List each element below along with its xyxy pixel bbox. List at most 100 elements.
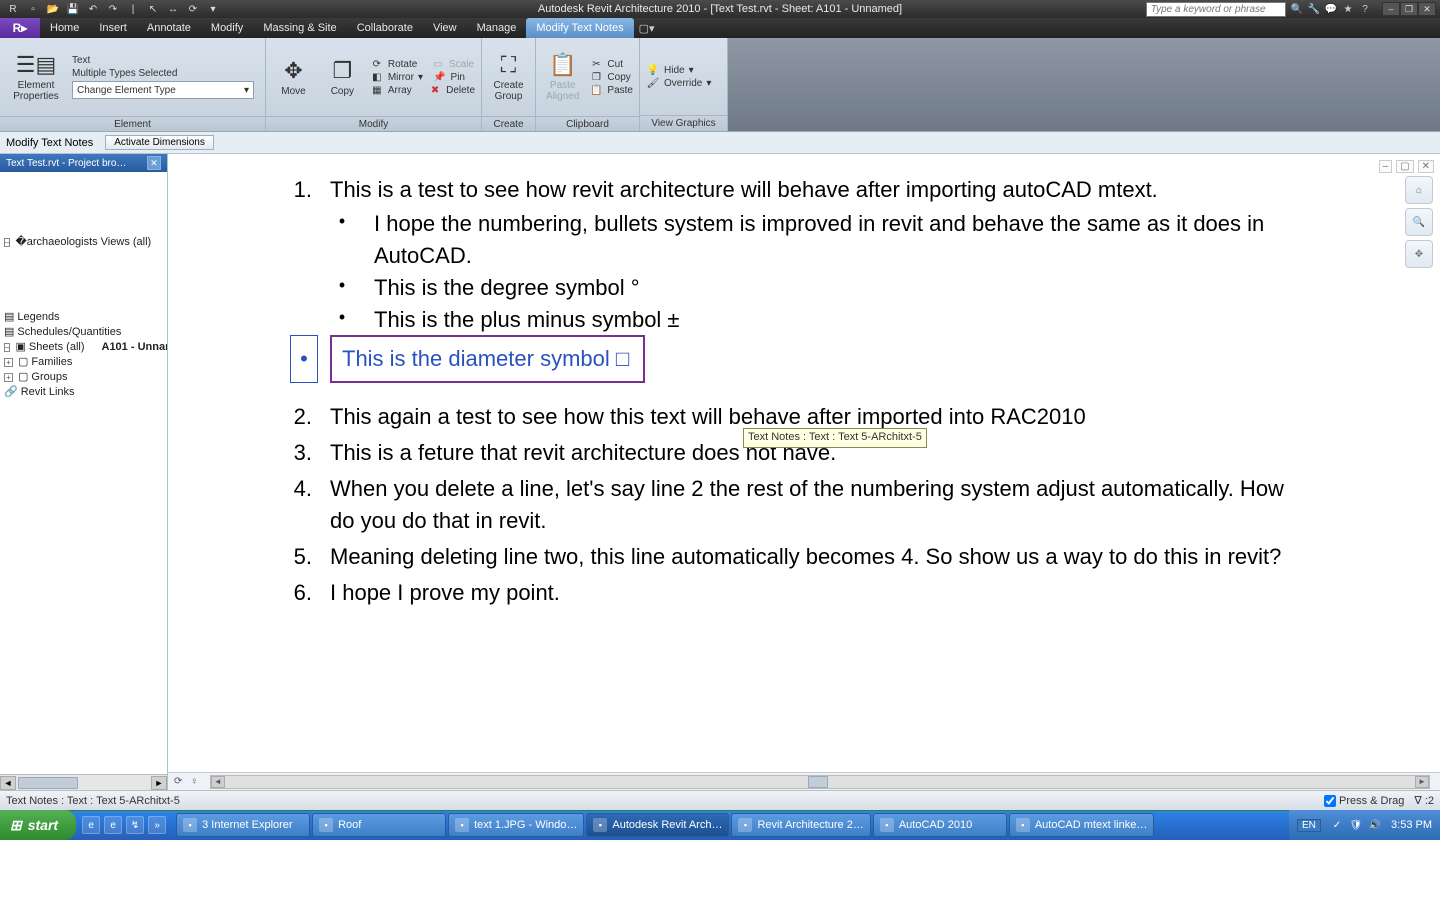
taskbar-task[interactable]: ▪Autodesk Revit Arch… — [586, 813, 729, 837]
element-properties-button[interactable]: ☰▤ Element Properties — [6, 41, 66, 113]
move-button[interactable]: ✥Move — [272, 41, 315, 113]
activate-dimensions-button[interactable]: Activate Dimensions — [105, 135, 214, 150]
pointer-icon[interactable]: ↖ — [146, 2, 160, 16]
qat-dropdown-icon[interactable]: ▾ — [206, 2, 220, 16]
mirror-button[interactable]: ◧Mirror ▾ 📌Pin — [370, 72, 475, 83]
text-note-content[interactable]: 1. This is a test to see how revit archi… — [288, 174, 1298, 613]
panel-close-icon[interactable]: ✕ — [147, 156, 161, 170]
taskbar-task[interactable]: ▪Revit Architecture 2… — [731, 813, 870, 837]
copy-clipboard-button[interactable]: ❐Copy — [589, 72, 633, 83]
taskbar-task[interactable]: ▪text 1.JPG - Windo… — [448, 813, 584, 837]
panel-extra-icon[interactable]: ▢▾ — [634, 18, 660, 38]
workspace: Text Test.rvt - Project bro… ✕ –�archaeo… — [0, 154, 1440, 790]
view-icon[interactable]: ⟳ — [174, 776, 182, 787]
hide-button[interactable]: 💡Hide ▾ — [646, 65, 711, 76]
close-button[interactable]: ✕ — [1418, 2, 1436, 16]
ql-icon[interactable]: e — [104, 816, 122, 834]
key-icon[interactable]: 🔧 — [1307, 2, 1321, 16]
ribbon-tab-collaborate[interactable]: Collaborate — [347, 18, 423, 38]
change-element-type-dropdown[interactable]: Change Element Type▾ — [72, 81, 254, 99]
tray-icon[interactable]: ✓ — [1330, 818, 1344, 832]
navigation-wheel[interactable]: ⌂ 🔍 ✥ — [1404, 176, 1434, 268]
restore-button[interactable]: ❐ — [1400, 2, 1418, 16]
save-icon[interactable]: 💾 — [66, 2, 80, 16]
title-bar: R ▫ 📂 💾 ↶ ↷ | ↖ ↔ ⟳ ▾ Autodesk Revit Arc… — [0, 0, 1440, 18]
binoculars-icon[interactable]: 🔍 — [1290, 2, 1304, 16]
copy-icon: ❐ — [589, 72, 603, 83]
list-text: Meaning deleting line two, this line aut… — [330, 541, 1298, 573]
browser-hscrollbar[interactable]: ◄► — [0, 774, 167, 790]
group-icon: ⛶ — [501, 52, 516, 78]
taskbar-task[interactable]: ▪Roof — [312, 813, 446, 837]
taskbar-task[interactable]: ▪AutoCAD 2010 — [873, 813, 1007, 837]
comm-icon[interactable]: 💬 — [1324, 2, 1338, 16]
ribbon-tab-annotate[interactable]: Annotate — [137, 18, 201, 38]
open-icon[interactable]: 📂 — [46, 2, 60, 16]
start-button[interactable]: ⊞start — [0, 810, 76, 840]
type-label: Text — [72, 55, 259, 66]
tree-views[interactable]: Views (all) — [101, 235, 152, 250]
tray-clock[interactable]: 3:53 PM — [1391, 819, 1432, 831]
tree-revit-links[interactable]: Revit Links — [21, 385, 75, 400]
copy-button[interactable]: ❐Copy — [321, 41, 364, 113]
app-icon: R — [6, 2, 20, 16]
create-group-button[interactable]: ⛶Create Group — [485, 41, 533, 113]
drawing-area: –▢✕ ⌂ 🔍 ✥ 1. This is a test to see how r… — [168, 154, 1440, 790]
redo-icon[interactable]: ↷ — [106, 2, 120, 16]
ribbon-tab-massing-site[interactable]: Massing & Site — [253, 18, 346, 38]
tree-sheet-a101[interactable]: A101 - Unnamed — [102, 340, 168, 355]
ribbon-tab-insert[interactable]: Insert — [89, 18, 137, 38]
undo-icon[interactable]: ↶ — [86, 2, 100, 16]
pin-button[interactable]: Pin — [451, 72, 465, 83]
delete-button[interactable]: Delete — [446, 85, 475, 96]
ql-chevron-icon[interactable]: » — [148, 816, 166, 834]
rotate-button[interactable]: ⟳Rotate ▭Scale — [370, 59, 475, 70]
ribbon-tab-view[interactable]: View — [423, 18, 467, 38]
filter-indicator[interactable]: ∇ :2 — [1414, 794, 1434, 807]
ql-icon[interactable]: ↯ — [126, 816, 144, 834]
tree-families[interactable]: Families — [31, 355, 72, 370]
nav-zoom-icon[interactable]: 🔍 — [1405, 208, 1433, 236]
help-search-input[interactable] — [1146, 2, 1286, 17]
ribbon-tab-modify[interactable]: Modify — [201, 18, 253, 38]
minimize-button[interactable]: – — [1382, 2, 1400, 16]
nav-home-icon[interactable]: ⌂ — [1405, 176, 1433, 204]
star-icon[interactable]: ★ — [1341, 2, 1355, 16]
taskbar-tasks: ▪3 Internet Explorer▪Roof▪text 1.JPG - W… — [172, 813, 1289, 837]
bullet-text: This is the plus minus symbol ± — [374, 304, 1298, 336]
view-icon[interactable]: ♀ — [190, 776, 198, 787]
taskbar-task[interactable]: ▪3 Internet Explorer — [176, 813, 310, 837]
tree-legends[interactable]: Legends — [17, 310, 59, 325]
project-browser-tree[interactable]: –�archaeologistsViews (all) –Floor Plans… — [0, 172, 167, 774]
language-indicator[interactable]: EN — [1297, 819, 1321, 832]
project-browser-title[interactable]: Text Test.rvt - Project bro… ✕ — [0, 154, 167, 172]
sync-icon[interactable]: ⟳ — [186, 2, 200, 16]
press-drag-checkbox[interactable]: Press & Drag — [1324, 795, 1404, 807]
sheet-canvas[interactable]: –▢✕ ⌂ 🔍 ✥ 1. This is a test to see how r… — [168, 154, 1440, 772]
selection-bullet-handle[interactable]: • — [290, 335, 318, 383]
tray-icon[interactable]: 🔊 — [1368, 818, 1382, 832]
ribbon-tab-modify-text-notes[interactable]: Modify Text Notes — [526, 18, 633, 38]
ribbon-tab-manage[interactable]: Manage — [467, 18, 527, 38]
nav-pan-icon[interactable]: ✥ — [1405, 240, 1433, 268]
measure-icon[interactable]: ↔ — [166, 2, 180, 16]
override-button[interactable]: 🖌Override ▾ — [646, 78, 711, 89]
new-icon[interactable]: ▫ — [26, 2, 40, 16]
taskbar-task[interactable]: ▪AutoCAD mtext linke… — [1009, 813, 1154, 837]
canvas-hscrollbar[interactable]: ◄► — [210, 775, 1430, 789]
pin-icon: 📌 — [433, 72, 447, 83]
view-window-controls[interactable]: –▢✕ — [1379, 160, 1434, 173]
task-icon: ▪ — [738, 818, 752, 832]
tray-icon[interactable]: 🛡 — [1349, 818, 1363, 832]
help-icon[interactable]: ? — [1358, 2, 1372, 16]
cut-button[interactable]: ✂Cut — [589, 59, 633, 70]
mirror-icon: ◧ — [370, 72, 384, 83]
tree-sheets[interactable]: Sheets (all) — [29, 340, 85, 355]
array-button[interactable]: ▦Array ✖Delete — [370, 85, 475, 96]
tree-schedules[interactable]: Schedules/Quantities — [17, 325, 121, 340]
tree-groups[interactable]: Groups — [31, 370, 67, 385]
ribbon-tab-home[interactable]: Home — [40, 18, 89, 38]
selected-text-note[interactable]: • This is the diameter symbol □ — [290, 335, 645, 383]
application-menu-button[interactable]: R▸ — [0, 18, 40, 38]
ql-icon[interactable]: e — [82, 816, 100, 834]
